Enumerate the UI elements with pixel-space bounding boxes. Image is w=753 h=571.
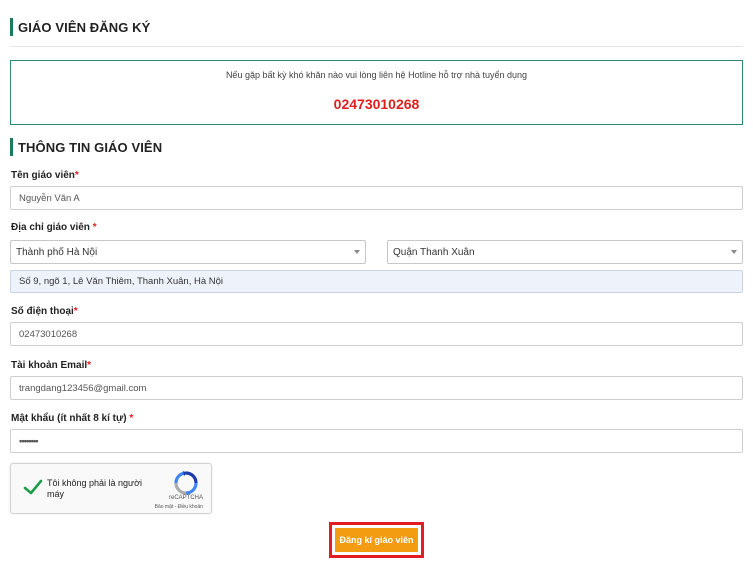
password-label: Mật khẩu (ít nhất 8 kí tự) * (11, 413, 133, 424)
chevron-down-icon (731, 250, 737, 254)
recaptcha-widget: Tôi không phải là người máy reCAPTCHA Bả… (10, 463, 212, 514)
recaptcha-logo-icon (174, 471, 198, 495)
email-input[interactable]: trangdang123456@gmail.com (10, 376, 743, 400)
chevron-down-icon (354, 250, 360, 254)
page-title: GIÁO VIÊN ĐĂNG KÝ (18, 19, 151, 35)
recaptcha-links[interactable]: Bảo mật - Điều khoản (155, 504, 203, 510)
section-title: THÔNG TIN GIÁO VIÊN (18, 139, 163, 155)
required-mark: * (129, 413, 134, 424)
district-select-value: Quận Thanh Xuân (393, 246, 475, 258)
street-address-value: Số 9, ngõ 1, Lê Văn Thiêm, Thanh Xuân, H… (19, 276, 224, 287)
address-label: Địa chỉ giáo viên * (11, 222, 97, 233)
password-input[interactable]: •••••••• (10, 429, 743, 453)
header-divider (10, 46, 743, 47)
header-accent-bar (10, 18, 13, 36)
required-mark: * (87, 360, 92, 371)
hotline-notice: Nếu gặp bất kỳ khó khăn nào vui lòng liê… (10, 60, 743, 125)
name-label-text: Tên giáo viên (11, 170, 75, 181)
required-mark: * (74, 170, 79, 181)
phone-label: Số điện thoại* (11, 306, 78, 317)
phone-input-value: 02473010268 (19, 328, 78, 340)
section-accent-bar (10, 138, 13, 156)
city-select[interactable]: Thành phố Hà Nội (10, 240, 366, 264)
street-address-input[interactable]: Số 9, ngõ 1, Lê Văn Thiêm, Thanh Xuân, H… (10, 270, 743, 293)
page-header: GIÁO VIÊN ĐĂNG KÝ (10, 18, 150, 36)
recaptcha-brand: reCAPTCHA (168, 495, 203, 501)
register-teacher-button[interactable]: Đăng kí giáo viên (335, 528, 418, 552)
submit-highlight: Đăng kí giáo viên (329, 522, 424, 558)
name-label: Tên giáo viên* (11, 170, 79, 181)
district-select[interactable]: Quận Thanh Xuân (387, 240, 743, 264)
password-label-text: Mật khẩu (ít nhất 8 kí tự) (11, 413, 130, 424)
name-input-value: Nguyễn Văn A (19, 192, 80, 204)
address-label-text: Địa chỉ giáo viên (11, 222, 93, 233)
required-mark: * (73, 306, 78, 317)
hotline-number[interactable]: 02473010268 (11, 96, 742, 112)
required-mark: * (92, 222, 97, 233)
notice-message: Nếu gặp bất kỳ khó khăn nào vui lòng liê… (225, 70, 528, 80)
phone-label-text: Số điện thoại (11, 306, 74, 317)
email-label-text: Tài khoản Email (11, 360, 88, 371)
password-input-value: •••••••• (19, 435, 39, 447)
phone-input[interactable]: 02473010268 (10, 322, 743, 346)
name-input[interactable]: Nguyễn Văn A (10, 186, 743, 210)
city-select-value: Thành phố Hà Nội (16, 246, 98, 258)
teacher-info-header: THÔNG TIN GIÁO VIÊN (10, 138, 162, 156)
email-label: Tài khoản Email* (11, 360, 91, 371)
email-input-value: trangdang123456@gmail.com (19, 382, 147, 394)
checkmark-icon[interactable] (23, 478, 43, 496)
captcha-text: Tôi không phải là người máy (47, 478, 142, 499)
